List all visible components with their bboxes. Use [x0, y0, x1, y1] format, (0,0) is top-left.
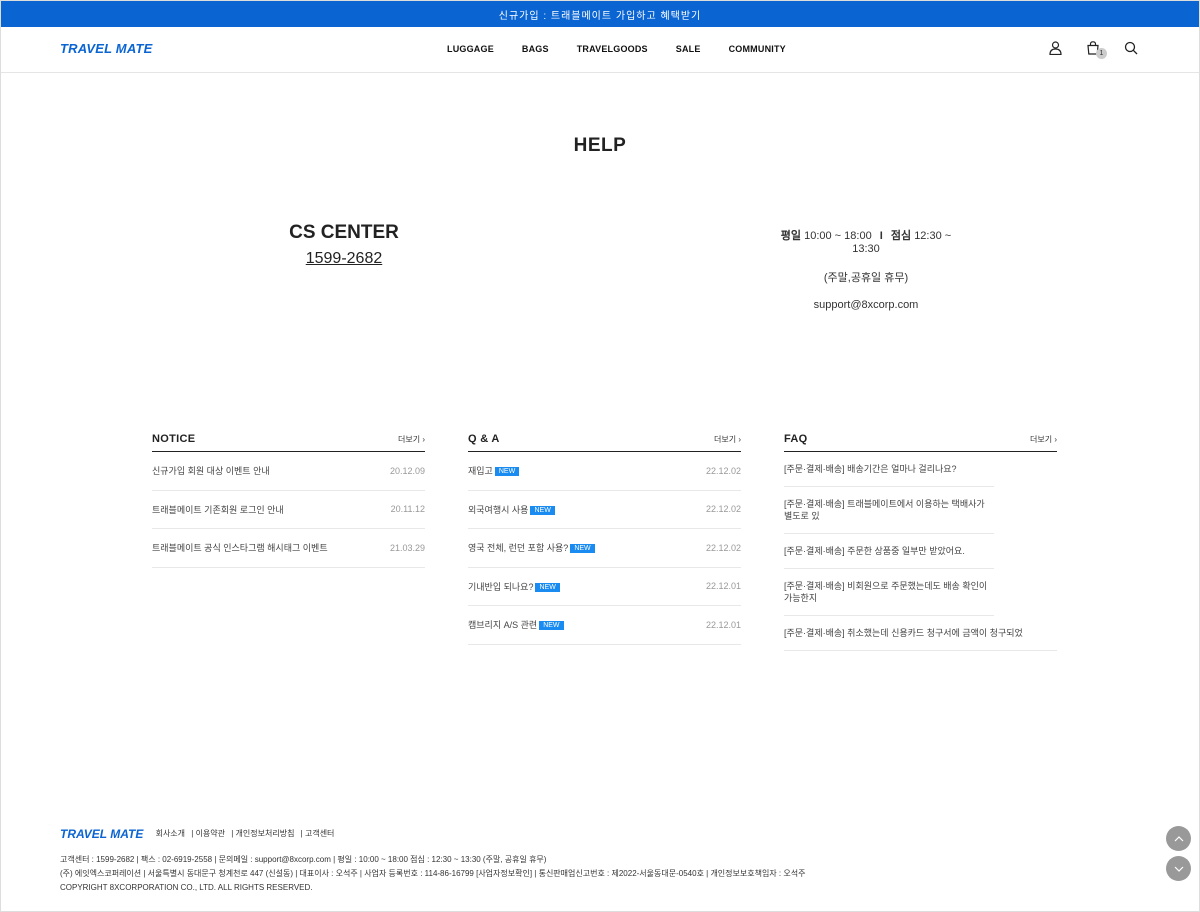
notice-row[interactable]: 트래블메이트 기존회원 로그인 안내 20.11.12	[152, 491, 425, 529]
qna-row[interactable]: 캠브리지 A/S 관련 NEW 22.12.01	[468, 606, 741, 645]
nav-luggage[interactable]: LUGGAGE	[447, 44, 494, 54]
user-icon[interactable]	[1047, 40, 1063, 56]
faq-row[interactable]: [주문·결제·배송] 비회원으로 주문했는데도 배송 확인이 가능한지	[784, 569, 994, 616]
faq-board: FAQ 더보기 › [주문·결제·배송] 배송기간은 얼마나 걸리나요? [주문…	[784, 433, 1057, 651]
site-header: TRAVEL MATE LUGGAGE BAGS TRAVELGOODS SAL…	[1, 27, 1199, 73]
lunch-label: 점심	[890, 230, 912, 242]
notice-row[interactable]: 트래블메이트 공식 인스타그램 해시태그 이벤트 21.03.29	[152, 529, 425, 568]
cs-center-title: CS CENTER	[289, 222, 399, 243]
faq-board-header: FAQ 더보기 ›	[784, 433, 1057, 452]
search-icon[interactable]	[1123, 40, 1139, 56]
notice-more-link[interactable]: 더보기 ›	[398, 434, 425, 445]
hours-separator: I	[879, 230, 883, 242]
footer-link-terms[interactable]: 이용약관	[196, 829, 225, 838]
qna-row[interactable]: 외국여행시 사용 NEW 22.12.02	[468, 491, 741, 529]
footer-copyright: COPYRIGHT 8XCORPORATION CO., LTD. ALL RI…	[60, 883, 313, 892]
cs-center-block: CS CENTER 1599-2682	[244, 222, 444, 268]
footer-link-cs[interactable]: 고객센터	[305, 829, 334, 838]
faq-row[interactable]: [주문·결제·배송] 취소했는데 신용카드 청구서에 금액이 청구되었	[784, 616, 1057, 651]
promo-banner-text[interactable]: 신규가입 : 트래블메이트 가입하고 혜택받기	[499, 7, 702, 22]
nav-sale[interactable]: SALE	[676, 44, 701, 54]
faq-title: FAQ	[784, 433, 808, 445]
qna-board: Q & A 더보기 › 재입고 NEW 22.12.02 외국여행시 사용 NEW 22…	[468, 433, 741, 645]
footer-link-privacy[interactable]: 개인정보처리방침	[236, 829, 295, 838]
new-badge: NEW	[539, 621, 564, 631]
scroll-top-button[interactable]	[1166, 826, 1191, 851]
promo-banner[interactable]: 신규가입 : 트래블메이트 가입하고 혜택받기	[1, 1, 1199, 27]
faq-more-link[interactable]: 더보기 ›	[1030, 434, 1057, 445]
notice-title: NOTICE	[152, 433, 196, 445]
weekday-label: 평일	[780, 230, 802, 242]
faq-row[interactable]: [주문·결제·배송] 주문한 상품중 일부만 받았어요.	[784, 534, 994, 569]
faq-row[interactable]: [주문·결제·배송] 배송기간은 얼마나 걸리나요?	[784, 452, 994, 487]
new-badge: NEW	[530, 505, 555, 515]
new-badge: NEW	[535, 582, 560, 592]
footer-link-about[interactable]: 회사소개	[156, 829, 185, 838]
footer-company-line: (주) 에잇엑스코퍼레이션 | 서울특별시 동대문구 청계천로 447 (신설동…	[60, 869, 806, 878]
notice-board-header: NOTICE 더보기 ›	[152, 433, 425, 452]
chevron-up-icon	[1174, 835, 1183, 841]
weekday-hours: 10:00 ~ 18:00	[804, 230, 872, 242]
cs-closed-note: (주말,공휴일 휴무)	[823, 272, 909, 284]
new-badge: NEW	[570, 544, 595, 554]
nav-bags[interactable]: BAGS	[522, 44, 549, 54]
nav-community[interactable]: COMMUNITY	[729, 44, 786, 54]
footer-contact-line: 고객센터 : 1599-2682 | 팩스 : 02-6919-2558 | 문…	[60, 855, 547, 864]
cs-hours-line: 평일 10:00 ~ 18:00 I 점심 12:30 ~ 13:30	[766, 227, 966, 255]
qna-row[interactable]: 재입고 NEW 22.12.02	[468, 452, 741, 491]
footer-logo[interactable]: TRAVEL MATE	[60, 827, 143, 841]
page-title: HELP	[573, 135, 627, 156]
qna-board-header: Q & A 더보기 ›	[468, 433, 741, 452]
qna-more-link[interactable]: 더보기 ›	[714, 434, 741, 445]
nav-travelgoods[interactable]: TRAVELGOODS	[577, 44, 648, 54]
notice-board: NOTICE 더보기 › 신규가입 회원 대상 이벤트 안내 20.12.09 트…	[152, 433, 425, 568]
cs-phone-link[interactable]: 1599-2682	[244, 250, 444, 268]
main-nav: LUGGAGE BAGS TRAVELGOODS SALE COMMUNITY	[447, 44, 786, 54]
qna-title: Q & A	[468, 433, 500, 445]
scroll-bottom-button[interactable]	[1166, 856, 1191, 881]
notice-row[interactable]: 신규가입 회원 대상 이벤트 안내 20.12.09	[152, 452, 425, 491]
footer-links: 회사소개 | 이용약관 | 개인정보처리방침 | 고객센터	[155, 829, 335, 838]
header-icons: 1	[1047, 40, 1139, 59]
site-footer: TRAVEL MATE 회사소개 | 이용약관 | 개인정보처리방침 | 고객센…	[60, 827, 805, 894]
new-badge: NEW	[494, 467, 520, 477]
cs-email[interactable]: support@8xcorp.com	[766, 299, 966, 311]
cart-icon[interactable]: 1	[1085, 40, 1107, 59]
qna-row[interactable]: 영국 전체, 런던 포함 사용? NEW 22.12.02	[468, 529, 741, 568]
qna-row[interactable]: 기내반입 되나요? NEW 22.12.01	[468, 568, 741, 606]
chevron-down-icon	[1174, 866, 1183, 872]
cs-hours-block: 평일 10:00 ~ 18:00 I 점심 12:30 ~ 13:30 (주말,…	[766, 227, 966, 325]
site-logo[interactable]: TRAVEL MATE	[60, 41, 152, 56]
faq-row[interactable]: [주문·결제·배송] 트래블메이트에서 이용하는 택배사가 별도로 있	[784, 487, 994, 534]
cart-count-badge: 1	[1096, 48, 1107, 59]
